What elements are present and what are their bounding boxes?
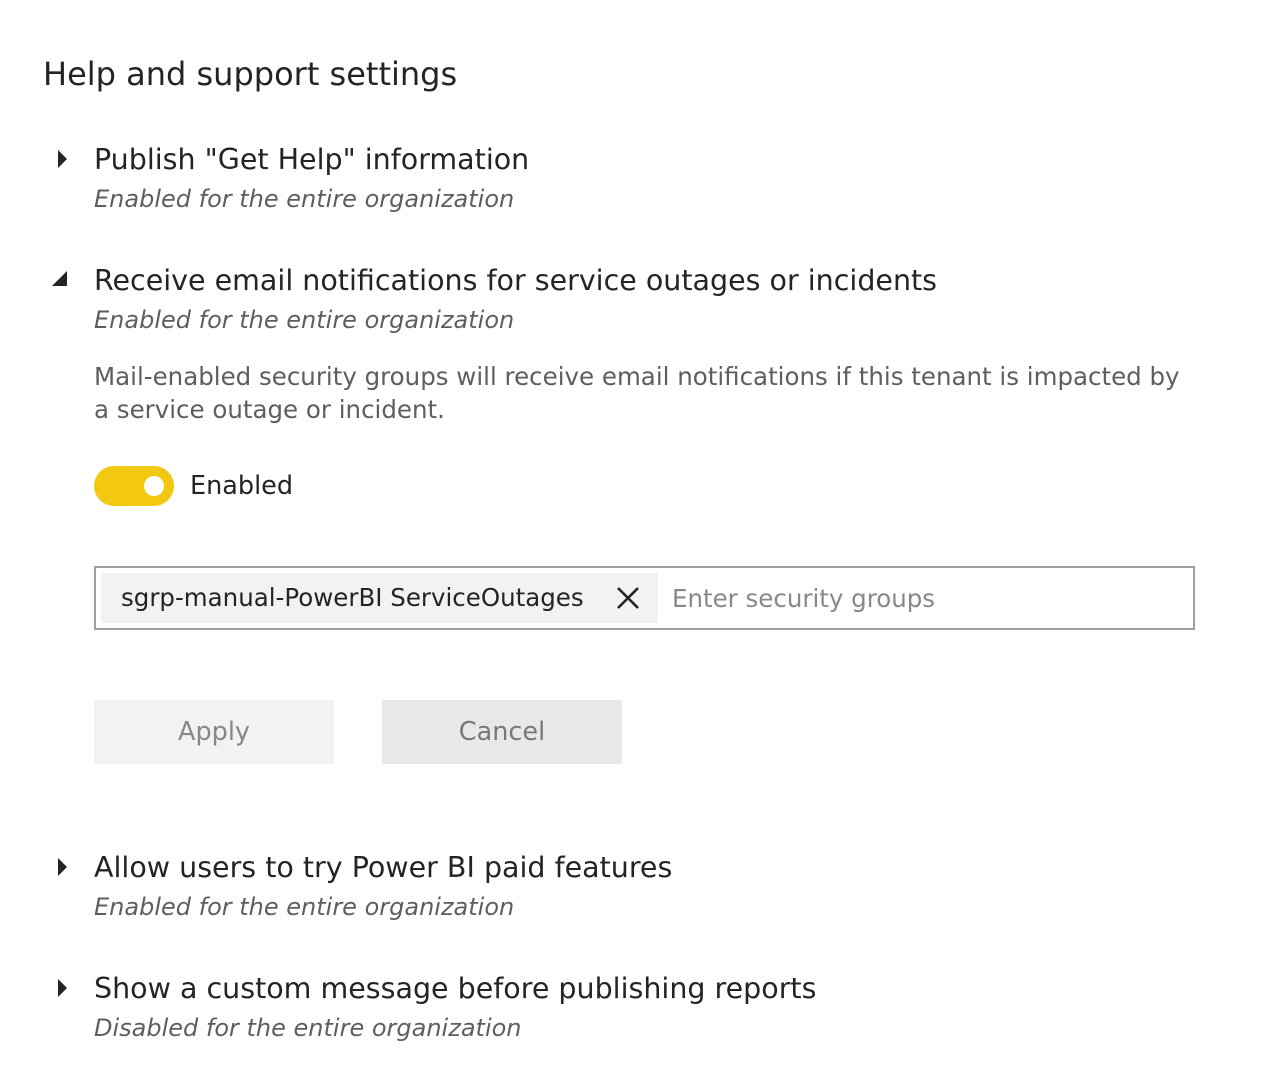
setting-title[interactable]: Receive email notifications for service … bbox=[94, 261, 937, 301]
cancel-button[interactable]: Cancel bbox=[382, 700, 622, 764]
setting-title[interactable]: Allow users to try Power BI paid feature… bbox=[94, 848, 672, 888]
security-groups-picker[interactable]: sgrp-manual-PowerBI ServiceOutages bbox=[94, 566, 1195, 630]
setting-status: Enabled for the entire organization bbox=[94, 185, 515, 213]
setting-title[interactable]: Publish "Get Help" information bbox=[94, 140, 529, 180]
collapse-caret-icon[interactable] bbox=[50, 268, 72, 290]
setting-status: Enabled for the entire organization bbox=[94, 893, 515, 921]
toggle-label: Enabled bbox=[190, 471, 294, 501]
security-groups-input[interactable] bbox=[672, 578, 1172, 618]
enabled-toggle[interactable] bbox=[94, 466, 174, 506]
setting-status: Disabled for the entire organization bbox=[94, 1014, 522, 1042]
setting-status: Enabled for the entire organization bbox=[94, 306, 515, 334]
expand-caret-icon[interactable] bbox=[50, 856, 72, 878]
toggle-knob bbox=[144, 476, 164, 496]
security-group-chip-label: sgrp-manual-PowerBI ServiceOutages bbox=[121, 583, 584, 612]
setting-title[interactable]: Show a custom message before publishing … bbox=[94, 969, 816, 1009]
apply-button[interactable]: Apply bbox=[94, 700, 334, 764]
setting-description: Mail-enabled security groups will receiv… bbox=[94, 362, 1180, 424]
expand-caret-icon[interactable] bbox=[50, 148, 72, 170]
close-icon[interactable] bbox=[615, 585, 641, 611]
page-title: Help and support settings bbox=[43, 55, 458, 93]
security-group-chip: sgrp-manual-PowerBI ServiceOutages bbox=[101, 573, 658, 623]
expand-caret-icon[interactable] bbox=[50, 977, 72, 999]
